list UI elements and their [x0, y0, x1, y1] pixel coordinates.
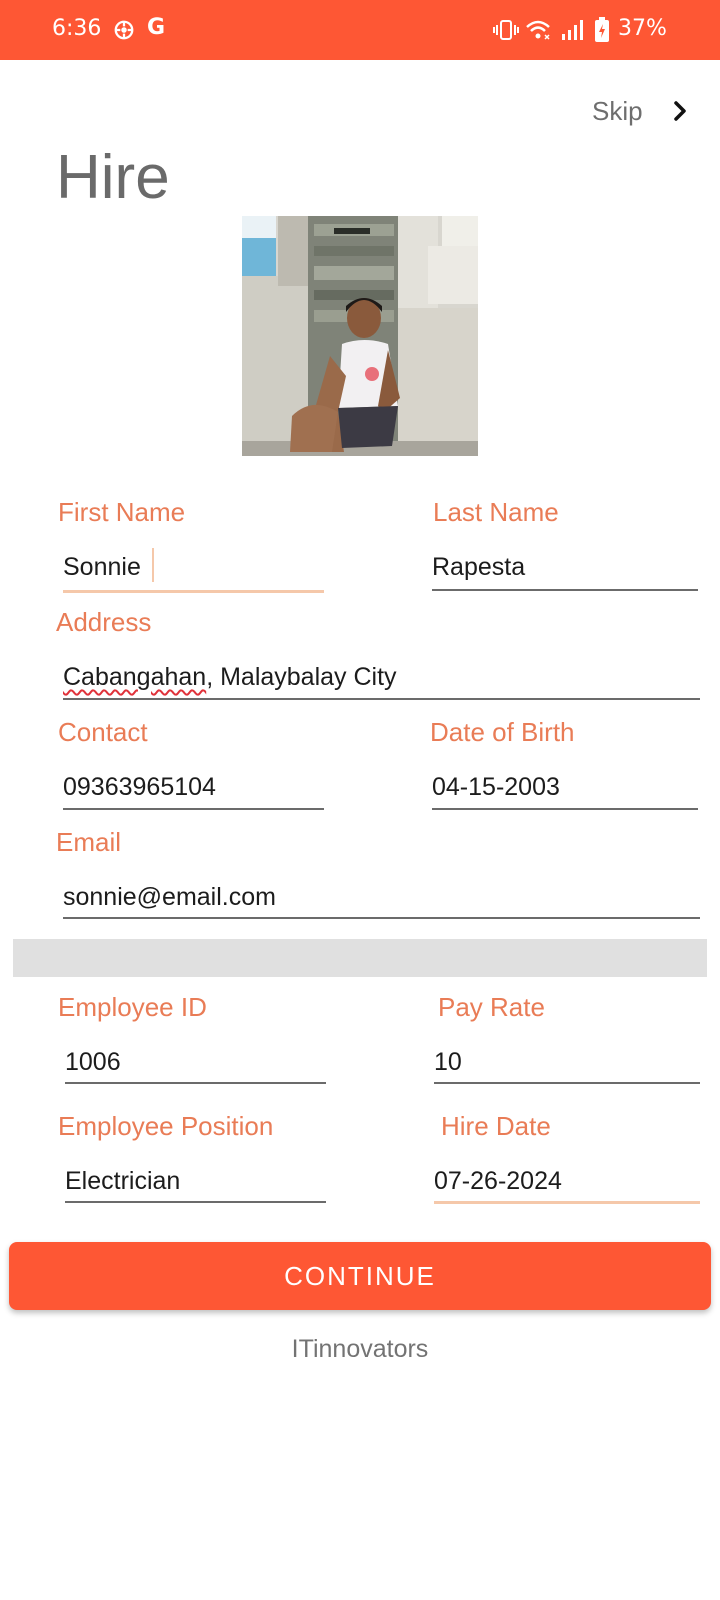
employee-position-underline	[65, 1201, 326, 1203]
first-name-label: First Name	[58, 497, 186, 527]
email-underline	[63, 917, 700, 919]
address-underline	[63, 698, 700, 700]
last-name-underline	[432, 589, 698, 591]
battery-percent: 37%	[618, 16, 667, 41]
address-label: Address	[56, 607, 152, 637]
profile-photo-illustration	[242, 216, 478, 456]
email-label: Email	[56, 827, 122, 857]
email-input[interactable]: sonnie@email.com	[63, 882, 276, 912]
pay-rate-label: Pay Rate	[438, 992, 545, 1022]
contact-underline	[63, 808, 324, 810]
first-name-underline	[63, 590, 324, 593]
contact-input[interactable]: 09363965104	[63, 772, 216, 802]
section-divider	[13, 939, 707, 977]
pay-rate-underline	[434, 1082, 700, 1084]
date-of-birth-underline	[432, 808, 698, 810]
continue-button[interactable]: CONTINUE	[9, 1242, 711, 1310]
employee-position-input[interactable]: Electrician	[65, 1166, 180, 1196]
hire-date-label: Hire Date	[441, 1111, 551, 1141]
signal-icon	[562, 20, 583, 40]
employee-id-input[interactable]: 1006	[65, 1047, 121, 1077]
footer-brand: ITinnovators	[291, 1335, 429, 1363]
address-rest: , Malaybalay City	[206, 663, 397, 691]
gear-icon	[114, 20, 134, 40]
status-time: 6:36	[52, 16, 102, 41]
wifi-icon	[526, 20, 550, 40]
date-of-birth-label: Date of Birth	[430, 717, 575, 747]
last-name-input[interactable]: Rapesta	[432, 552, 525, 582]
contact-label: Contact	[58, 717, 148, 747]
employee-id-label: Employee ID	[58, 992, 207, 1022]
employee-position-label: Employee Position	[58, 1111, 274, 1141]
address-misspelled-word: Cabangahan	[63, 663, 207, 691]
pay-rate-input[interactable]: 10	[434, 1047, 462, 1077]
chevron-right-icon[interactable]	[670, 99, 690, 123]
battery-icon	[595, 17, 609, 42]
hire-date-input[interactable]: 07-26-2024	[434, 1166, 562, 1196]
address-input[interactable]: Cabangahan, Malaybalay City	[63, 662, 397, 692]
employee-id-underline	[65, 1082, 326, 1084]
last-name-label: Last Name	[433, 497, 559, 527]
g-logo-icon: G	[147, 15, 166, 40]
status-bar: 6:36 G 37%	[0, 0, 720, 60]
skip-button[interactable]: Skip	[592, 96, 643, 127]
date-of-birth-input[interactable]: 04-15-2003	[432, 772, 560, 802]
page-title: Hire	[56, 143, 170, 212]
text-cursor	[152, 548, 154, 582]
vibrate-icon	[493, 20, 519, 40]
profile-photo[interactable]	[242, 216, 478, 456]
first-name-input[interactable]: Sonnie	[63, 552, 141, 582]
hire-date-underline	[434, 1201, 700, 1204]
